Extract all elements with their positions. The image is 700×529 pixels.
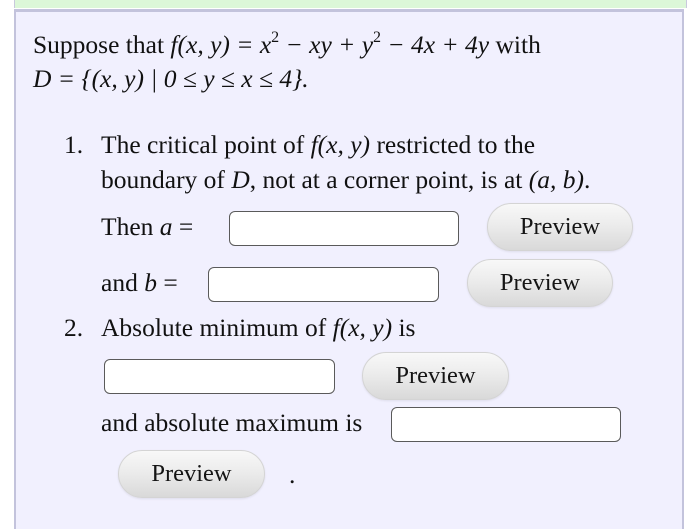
- item-2-line-1: Absolute minimum of f(x, y) is: [101, 313, 415, 343]
- function-ref: f(x, y): [310, 130, 371, 159]
- point-ref: (a, b): [528, 165, 584, 194]
- equals: =: [156, 268, 178, 297]
- text: , not at a corner point, is at: [249, 165, 529, 194]
- intro-text: Suppose that: [33, 30, 165, 59]
- text: Absolute minimum of: [101, 313, 333, 342]
- preview-maximum-button[interactable]: Preview: [118, 450, 265, 498]
- with-text: with: [495, 30, 541, 59]
- problem-statement-line-1: Suppose that f(x, y) = x2 − xy + y2 − 4x…: [33, 30, 541, 60]
- function-lhs: f(x, y) =: [170, 30, 254, 59]
- domain-text: D = {(x, y) | 0 ≤ y ≤ x ≤ 4}.: [33, 64, 309, 93]
- previous-section-band: [14, 0, 687, 8]
- var-a: a: [159, 212, 173, 241]
- text: .: [583, 165, 591, 194]
- domain-definition: D = {(x, y) | 0 ≤ y ≤ x ≤ 4}.: [33, 64, 309, 94]
- text: The critical point of: [101, 130, 311, 159]
- absolute-minimum-input[interactable]: [104, 359, 335, 394]
- var-b: b: [144, 268, 157, 297]
- answer-b-input[interactable]: [208, 267, 439, 302]
- label-b: and b =: [101, 268, 178, 298]
- item-1-number: 1.: [64, 130, 84, 159]
- exp-2: 2: [373, 29, 382, 46]
- preview-b-button[interactable]: Preview: [467, 259, 613, 307]
- text: Then: [101, 212, 160, 241]
- absolute-maximum-label: and absolute maximum is: [101, 408, 363, 437]
- text: and: [101, 268, 145, 297]
- label-a: Then a =: [101, 212, 193, 242]
- item-1-line-1: The critical point of f(x, y) restricted…: [101, 130, 535, 160]
- function-ref: f(x, y): [332, 313, 393, 342]
- rhs-mid: − xy + y: [279, 30, 374, 59]
- preview-minimum-button[interactable]: Preview: [362, 352, 509, 400]
- absolute-maximum-input[interactable]: [391, 407, 621, 442]
- item-1-line-2: boundary of D, not at a corner point, is…: [101, 165, 590, 195]
- preview-a-button[interactable]: Preview: [487, 203, 633, 251]
- rhs-x: x: [259, 30, 272, 59]
- domain-ref: D: [231, 165, 250, 194]
- rhs-tail: − 4x + 4y: [381, 30, 490, 59]
- text: is: [392, 313, 416, 342]
- trailing-period: .: [289, 460, 296, 489]
- equals: =: [172, 212, 194, 241]
- text: restricted to the: [370, 130, 536, 159]
- answer-a-input[interactable]: [229, 211, 459, 246]
- text: boundary of: [101, 165, 232, 194]
- item-2-number: 2.: [64, 313, 84, 342]
- exp-1: 2: [271, 29, 280, 46]
